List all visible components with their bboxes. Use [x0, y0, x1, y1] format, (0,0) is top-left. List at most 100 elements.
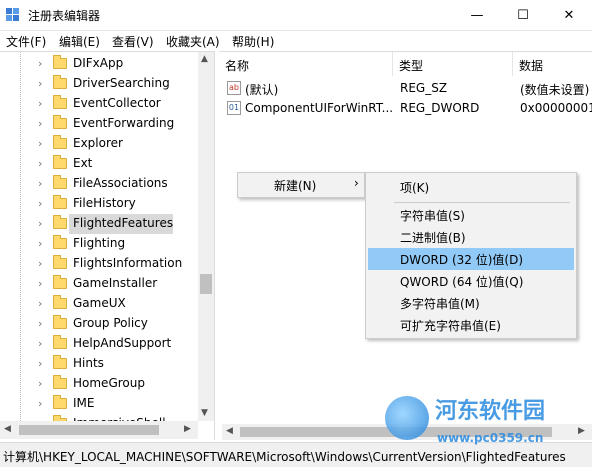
tree-item[interactable]: › DIFxApp: [0, 54, 200, 74]
menu-view[interactable]: 查看(V): [112, 33, 154, 50]
tree-item-label: Explorer: [73, 136, 123, 150]
menu-item-dword-value[interactable]: DWORD (32 位)值(D): [368, 248, 574, 270]
tree-item[interactable]: › HelpAndSupport: [0, 334, 200, 354]
chevron-right-icon[interactable]: ›: [38, 297, 42, 310]
value-data: (数值未设置): [520, 83, 590, 97]
folder-icon: [53, 235, 67, 249]
tree-item[interactable]: › Ext: [0, 154, 200, 174]
menu-item-qword-value[interactable]: QWORD (64 位)值(Q): [368, 270, 574, 292]
tree-item[interactable]: › EventCollector: [0, 94, 200, 114]
tree-item[interactable]: › FileHistory: [0, 194, 200, 214]
chevron-right-icon[interactable]: ›: [38, 217, 42, 230]
tree-item[interactable]: › Explorer: [0, 134, 200, 154]
registry-tree[interactable]: › DIFxApp › DriverSearching › EventCollector ›…: [0, 51, 215, 440]
chevron-right-icon[interactable]: ›: [38, 317, 42, 330]
value-row[interactable]: 01 ComponentUIForWinRT... REG_DWORD 0x00…: [219, 98, 592, 118]
tree-item-label: IME: [73, 396, 95, 410]
menu-item-key[interactable]: 项(K): [368, 176, 574, 198]
context-menu: 新建(N) ›: [237, 172, 365, 198]
value-row[interactable]: ab (默认) REG_SZ (数值未设置): [219, 78, 592, 98]
tree-item[interactable]: › FileAssociations: [0, 174, 200, 194]
chevron-right-icon[interactable]: ›: [38, 377, 42, 390]
menu-file[interactable]: 文件(F): [6, 33, 46, 50]
menu-item-expandable-string-value[interactable]: 可扩充字符串值(E): [368, 314, 574, 336]
value-type: REG_SZ: [400, 81, 448, 95]
menu-item-binary-value[interactable]: 二进制值(B): [368, 226, 574, 248]
chevron-right-icon[interactable]: ›: [38, 397, 42, 410]
menu-edit[interactable]: 编辑(E): [59, 33, 100, 50]
chevron-right-icon[interactable]: ›: [38, 357, 42, 370]
chevron-right-icon[interactable]: ›: [38, 77, 42, 90]
menu-item-string-value[interactable]: 字符串值(S): [368, 204, 574, 226]
tree-hscroll-thumb[interactable]: [19, 425, 159, 435]
menu-favorites[interactable]: 收藏夹(A): [166, 33, 220, 50]
watermark: 河东软件园 www.pc0359.cn: [385, 393, 585, 449]
menu-item-new[interactable]: 新建(N) ›: [238, 174, 364, 196]
registry-path: 计算机\HKEY_LOCAL_MACHINE\SOFTWARE\Microsof…: [3, 450, 566, 464]
tree-item[interactable]: › FlightedFeatures: [0, 214, 200, 234]
title-bar: 注册表编辑器 — ☐ ✕: [0, 0, 592, 31]
tree-vertical-scrollbar[interactable]: ▲ ▼: [198, 52, 214, 421]
column-header-data[interactable]: 数据: [513, 52, 592, 76]
chevron-right-icon[interactable]: ›: [38, 237, 42, 250]
chevron-right-icon[interactable]: ›: [38, 137, 42, 150]
tree-item-label: FlightsInformation: [73, 256, 183, 270]
folder-icon: [53, 395, 67, 409]
folder-icon: [53, 95, 67, 109]
tree-item-label: Hints: [73, 356, 104, 370]
chevron-right-icon[interactable]: ›: [38, 337, 42, 350]
value-name: (默认): [245, 83, 279, 97]
chevron-right-icon[interactable]: ›: [38, 197, 42, 210]
folder-icon: [53, 195, 67, 209]
scroll-up-icon[interactable]: ▲: [201, 54, 208, 64]
binary-value-icon: 01: [227, 101, 241, 115]
folder-icon: [53, 295, 67, 309]
tree-scroll-thumb[interactable]: [200, 274, 212, 294]
chevron-right-icon[interactable]: ›: [38, 157, 42, 170]
scroll-left-icon[interactable]: ◀: [4, 424, 11, 434]
minimize-button[interactable]: —: [454, 0, 500, 30]
chevron-right-icon[interactable]: ›: [38, 117, 42, 130]
chevron-right-icon[interactable]: ›: [38, 277, 42, 290]
tree-item-label: Flighting: [73, 236, 126, 250]
chevron-right-icon: ›: [354, 176, 359, 190]
tree-item-label: FileAssociations: [73, 176, 168, 190]
scroll-right-icon[interactable]: ▶: [184, 424, 191, 434]
folder-icon: [53, 155, 67, 169]
regedit-icon: [6, 8, 20, 22]
tree-item[interactable]: › IME: [0, 394, 200, 414]
column-header-type[interactable]: 类型: [393, 52, 513, 76]
tree-item-label: FlightedFeatures: [73, 216, 174, 230]
tree-item[interactable]: › GameUX: [0, 294, 200, 314]
scroll-left-icon[interactable]: ◀: [226, 426, 233, 436]
tree-item[interactable]: › GameInstaller: [0, 274, 200, 294]
tree-item[interactable]: › EventForwarding: [0, 114, 200, 134]
tree-item[interactable]: › Group Policy: [0, 314, 200, 334]
chevron-right-icon[interactable]: ›: [38, 177, 42, 190]
tree-item[interactable]: › DriverSearching: [0, 74, 200, 94]
maximize-button[interactable]: ☐: [500, 0, 546, 30]
tree-item[interactable]: › HomeGroup: [0, 374, 200, 394]
tree-horizontal-scrollbar[interactable]: ◀ ▶: [0, 421, 198, 439]
chevron-right-icon[interactable]: ›: [38, 257, 42, 270]
folder-icon: [53, 135, 67, 149]
new-submenu: 项(K) 字符串值(S) 二进制值(B) DWORD (32 位)值(D) QW…: [365, 172, 577, 339]
menu-separator: [394, 202, 570, 203]
menu-item-label: 可扩充字符串值(E): [400, 319, 501, 333]
tree-item[interactable]: › Flighting: [0, 234, 200, 254]
menu-item-label: 多字符串值(M): [400, 297, 480, 311]
value-data: 0x00000001: [520, 101, 592, 115]
tree-item-label: FileHistory: [73, 196, 136, 210]
tree-item[interactable]: › Hints: [0, 354, 200, 374]
scroll-down-icon[interactable]: ▼: [201, 408, 208, 418]
menu-help[interactable]: 帮助(H): [232, 33, 274, 50]
menu-item-multi-string-value[interactable]: 多字符串值(M): [368, 292, 574, 314]
chevron-right-icon[interactable]: ›: [38, 57, 42, 70]
folder-icon: [53, 315, 67, 329]
column-header-name[interactable]: 名称: [219, 52, 393, 76]
chevron-right-icon[interactable]: ›: [38, 97, 42, 110]
folder-icon: [53, 75, 67, 89]
tree-item-label: HelpAndSupport: [73, 336, 172, 350]
close-button[interactable]: ✕: [546, 0, 592, 30]
tree-item[interactable]: › FlightsInformation: [0, 254, 200, 274]
